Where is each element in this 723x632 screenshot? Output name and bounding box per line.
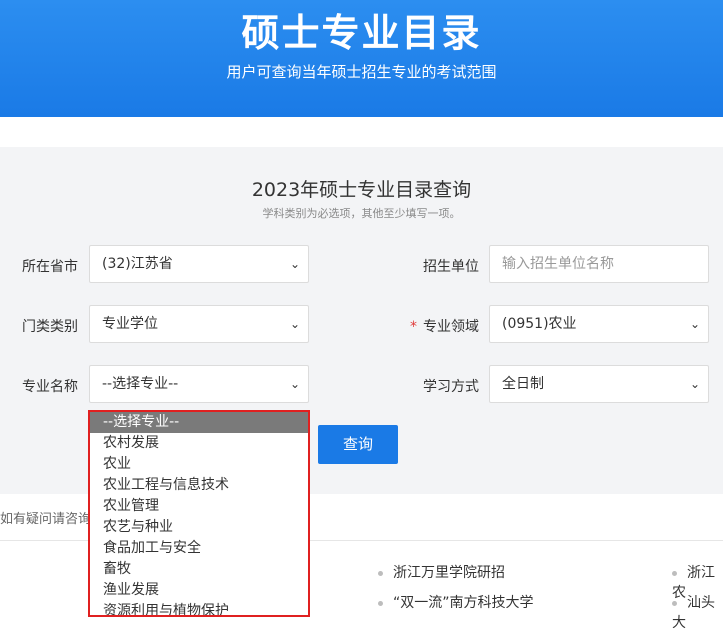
field-value: (0951)农业 (502, 316, 577, 332)
unit-label: 招生单位 (423, 259, 479, 275)
field-select[interactable]: (0951)农业 ⌄ (489, 305, 709, 343)
dropdown-option[interactable]: 农村发展 (90, 433, 308, 454)
link-item[interactable]: “双一流”南方科技大学 (378, 592, 534, 612)
link-item[interactable]: 浙江万里学院研招 (378, 562, 505, 582)
mode-label: 学习方式 (423, 379, 479, 395)
bullet-icon (672, 600, 677, 606)
mode-value: 全日制 (502, 376, 544, 392)
field-label: 专业领域 (423, 319, 479, 335)
province-label: 所在省市 (22, 259, 78, 275)
link-label: 汕头大 (672, 595, 715, 631)
major-value: --选择专业-- (102, 376, 179, 392)
page-title: 硕士专业目录 (241, 11, 482, 55)
search-title: 2023年硕士专业目录查询 (251, 179, 472, 201)
chevron-down-icon: ⌄ (289, 377, 300, 391)
major-select[interactable]: --选择专业-- ⌄ (89, 365, 309, 403)
bullet-icon (378, 600, 383, 606)
category-label: 门类类别 (22, 319, 78, 335)
bullet-icon (378, 570, 383, 576)
required-mark: * (410, 319, 417, 335)
query-button[interactable]: 查询 (318, 425, 398, 464)
bullet-icon (672, 570, 677, 576)
link-label: “双一流”南方科技大学 (393, 595, 534, 611)
province-value: (32)江苏省 (102, 256, 173, 272)
chevron-down-icon: ⌄ (289, 317, 300, 331)
dropdown-option[interactable]: --选择专业-- (90, 412, 308, 433)
dropdown-option[interactable]: 农业管理 (90, 496, 308, 517)
page-subtitle: 用户可查询当年硕士招生专业的考试范围 (226, 63, 497, 81)
dropdown-options: --选择专业-- 农村发展 农业 农业工程与信息技术 农业管理 农艺与种业 食品加工与安全畜… (90, 412, 308, 615)
field-label-wrap: * 专业领域 (409, 316, 479, 336)
dropdown-option[interactable]: 畜牧 (90, 559, 308, 580)
dropdown-option[interactable]: 农业 (90, 454, 308, 475)
category-value: 专业学位 (102, 316, 158, 332)
category-select[interactable]: 专业学位 ⌄ (89, 305, 309, 343)
dropdown-option[interactable]: 资源利用与植物保护 (90, 601, 308, 615)
link-label: 浙江万里学院研招 (393, 565, 505, 581)
unit-placeholder: 输入招生单位名称 (502, 256, 614, 272)
help-text: 如有疑问请咨询 (0, 512, 92, 527)
search-hint: 学科类别为必选项，其他至少填写一项。 (262, 207, 461, 220)
major-dropdown-list[interactable]: --选择专业-- 农村发展 农业 农业工程与信息技术 农业管理 农艺与种业 食品加工与安全畜… (88, 410, 310, 617)
page-banner: 硕士专业目录 用户可查询当年硕士招生专业的考试范围 (0, 0, 723, 117)
province-select[interactable]: (32)江苏省 ⌄ (89, 245, 309, 283)
chevron-down-icon: ⌄ (689, 317, 700, 331)
major-label: 专业名称 (22, 379, 78, 395)
mode-select[interactable]: 全日制 ⌄ (489, 365, 709, 403)
dropdown-option[interactable]: 农艺与种业 (90, 517, 308, 538)
dropdown-option[interactable]: 农业工程与信息技术 (90, 475, 308, 496)
dropdown-option[interactable]: 食品加工与安全 (90, 538, 308, 559)
dropdown-option[interactable]: 渔业发展 (90, 580, 308, 601)
chevron-down-icon: ⌄ (689, 377, 700, 391)
link-item[interactable]: 汕头大 (672, 592, 723, 632)
unit-input[interactable]: 输入招生单位名称 (489, 245, 709, 283)
chevron-down-icon: ⌄ (289, 257, 300, 271)
